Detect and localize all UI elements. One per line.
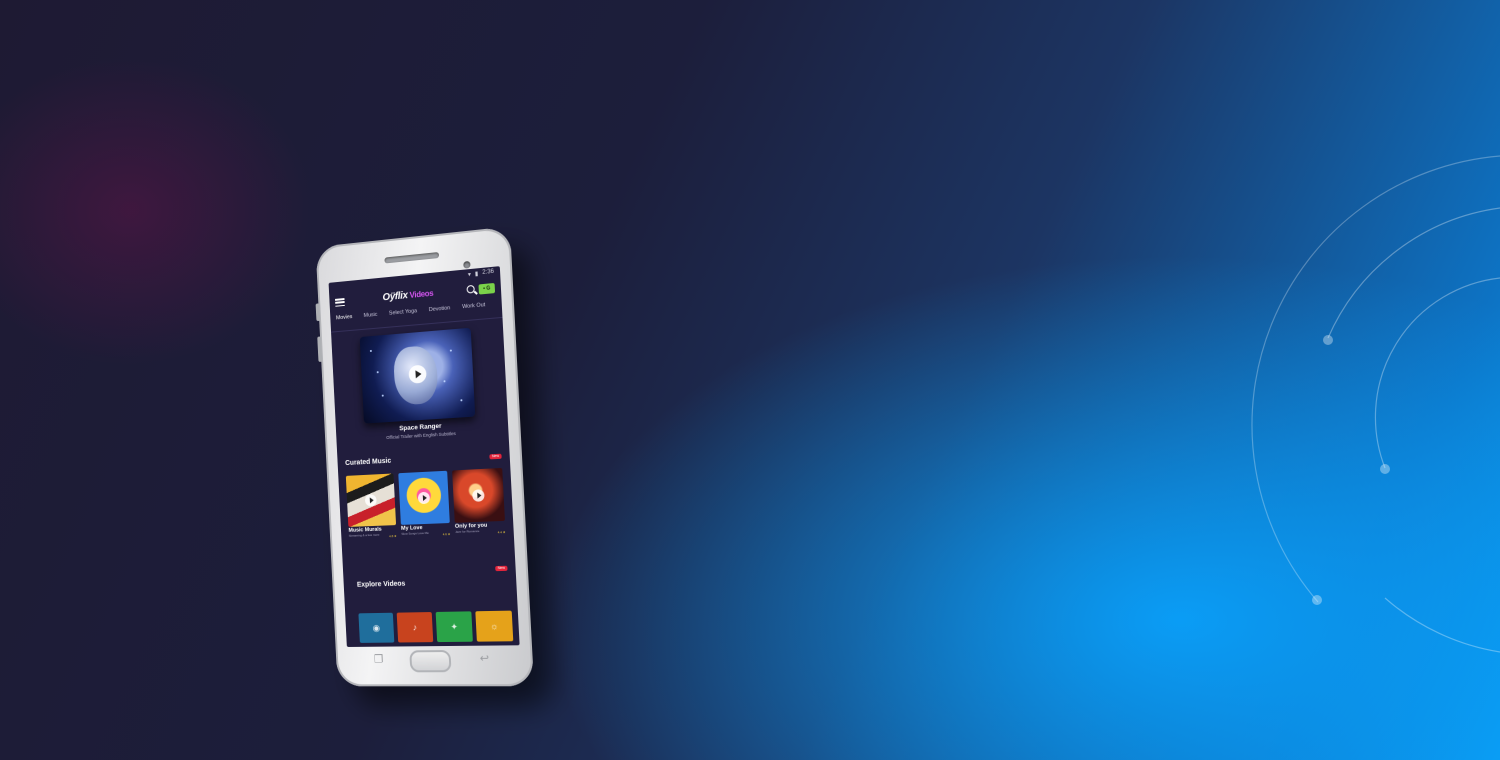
battery-icon: ▮ bbox=[474, 270, 479, 278]
decorative-orbit-arcs bbox=[1251, 155, 1500, 653]
tab-devotion[interactable]: Devotion bbox=[429, 305, 451, 323]
front-camera bbox=[463, 260, 471, 269]
wifi-icon: ▾ bbox=[467, 271, 472, 278]
tab-select-yoga[interactable]: Select Yoga bbox=[389, 308, 418, 326]
album-art bbox=[398, 470, 450, 525]
music-note-icon[interactable]: ♪ bbox=[396, 612, 434, 643]
status-time: 2:36 bbox=[482, 268, 495, 276]
back-icon[interactable]: ↩ bbox=[479, 652, 489, 665]
bulb-icon[interactable]: ☼ bbox=[475, 610, 514, 642]
music-card[interactable]: My Love Slow Songs Love Me 4.6 ★ bbox=[398, 470, 451, 539]
album-art bbox=[345, 473, 397, 527]
curated-music-heading: Curated Music bbox=[345, 457, 392, 468]
play-icon[interactable] bbox=[364, 494, 377, 507]
orbit-dot bbox=[1380, 464, 1390, 474]
music-rating: 4.6 ★ bbox=[442, 532, 451, 537]
music-card[interactable]: Only for you Jazz for Romance 4.4 ★ bbox=[452, 467, 506, 537]
music-rating: 4.4 ★ bbox=[497, 530, 506, 535]
orbit-dot bbox=[1312, 595, 1322, 605]
home-button[interactable] bbox=[409, 650, 452, 673]
explore-videos-list: ◉ ♪ ✦ ☼ bbox=[358, 610, 514, 643]
camera-icon[interactable]: ◉ bbox=[358, 612, 395, 643]
curated-music-list: Music Murals Streaming & a few more 4.8 … bbox=[345, 467, 510, 541]
logo-subtitle: Videos bbox=[409, 288, 434, 300]
music-card[interactable]: Music Murals Streaming & a few more 4.8 … bbox=[345, 473, 397, 540]
music-rating: 4.8 ★ bbox=[389, 534, 397, 539]
new-badge: New bbox=[495, 565, 508, 572]
volume-button bbox=[315, 303, 321, 322]
play-icon[interactable] bbox=[417, 491, 431, 505]
hero-background: ▾ ▮ 2:36 OÿflixVideos • G Movies Music S… bbox=[0, 0, 1500, 760]
tab-work-out[interactable]: Work Out bbox=[462, 302, 486, 320]
logo-wordmark: Oÿflix bbox=[382, 290, 408, 304]
phone-screen: ▾ ▮ 2:36 OÿflixVideos • G Movies Music S… bbox=[328, 266, 520, 647]
app-logo[interactable]: OÿflixVideos bbox=[382, 288, 433, 304]
album-art bbox=[452, 467, 505, 523]
power-button bbox=[317, 336, 323, 363]
sparkle-icon[interactable]: ✦ bbox=[435, 611, 473, 643]
new-badge: New bbox=[489, 453, 502, 460]
play-icon[interactable] bbox=[472, 489, 485, 502]
user-badge[interactable]: • G bbox=[478, 282, 496, 295]
phone-speaker bbox=[384, 251, 440, 264]
featured-video-thumbnail[interactable] bbox=[359, 327, 476, 424]
recent-apps-icon[interactable]: ❐ bbox=[374, 653, 384, 666]
orbit-dot bbox=[1323, 335, 1333, 345]
search-icon[interactable] bbox=[466, 284, 475, 294]
hamburger-menu-icon[interactable] bbox=[335, 298, 345, 307]
phone-mockup: ▾ ▮ 2:36 OÿflixVideos • G Movies Music S… bbox=[315, 226, 535, 687]
explore-videos-heading: Explore Videos bbox=[356, 580, 406, 589]
tab-music[interactable]: Music bbox=[364, 312, 379, 329]
tab-movies[interactable]: Movies bbox=[336, 314, 353, 331]
